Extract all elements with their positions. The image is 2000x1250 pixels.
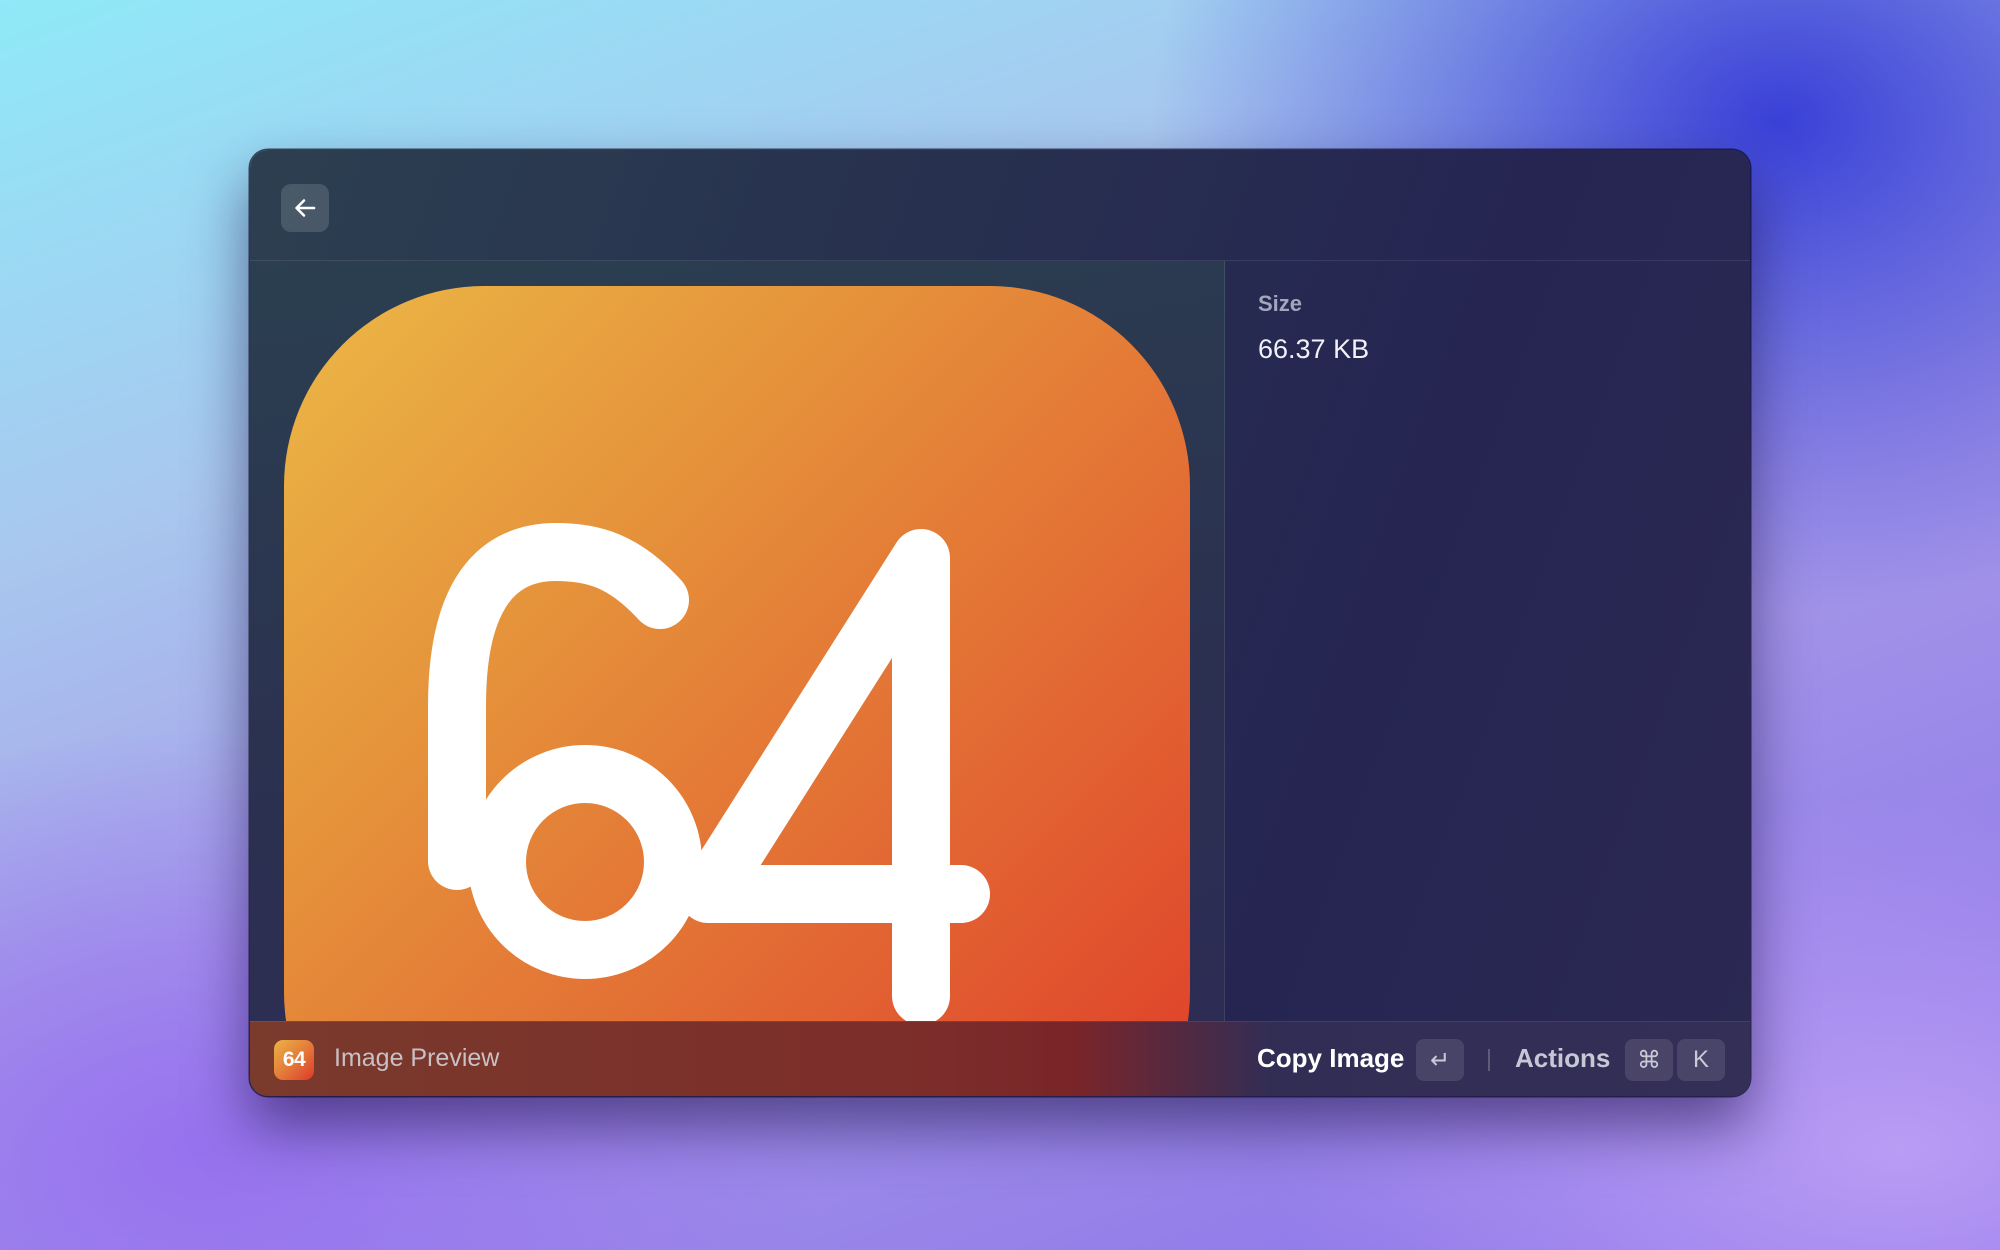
- app-icon-preview-image: [284, 286, 1190, 1021]
- k-key-badge: K: [1677, 1039, 1725, 1081]
- back-button[interactable]: [281, 184, 329, 232]
- app-icon: 64: [274, 1040, 314, 1080]
- metadata-pane: Size 66.37 KB: [1225, 261, 1750, 1021]
- top-bar: [250, 150, 1750, 261]
- command-title: Image Preview: [334, 1044, 500, 1072]
- size-label: Size: [1258, 291, 1303, 316]
- enter-key-icon: ↵: [1416, 1039, 1464, 1081]
- raycast-window: Size 66.37 KB 64 Image Preview Copy Imag…: [250, 150, 1750, 1096]
- action-bar: 64 Image Preview Copy Image ↵ Actions ⌘ …: [250, 1021, 1750, 1096]
- divider: [1488, 1049, 1490, 1071]
- copy-image-button[interactable]: Copy Image: [1257, 1043, 1404, 1074]
- icon-64-glyph: [428, 523, 990, 1021]
- actions-button[interactable]: Actions: [1515, 1043, 1610, 1074]
- arrow-left-icon: [295, 199, 316, 217]
- size-value: 66.37 KB: [1258, 334, 1370, 364]
- image-preview-pane: [250, 261, 1225, 1021]
- command-key-icon: ⌘: [1625, 1039, 1673, 1081]
